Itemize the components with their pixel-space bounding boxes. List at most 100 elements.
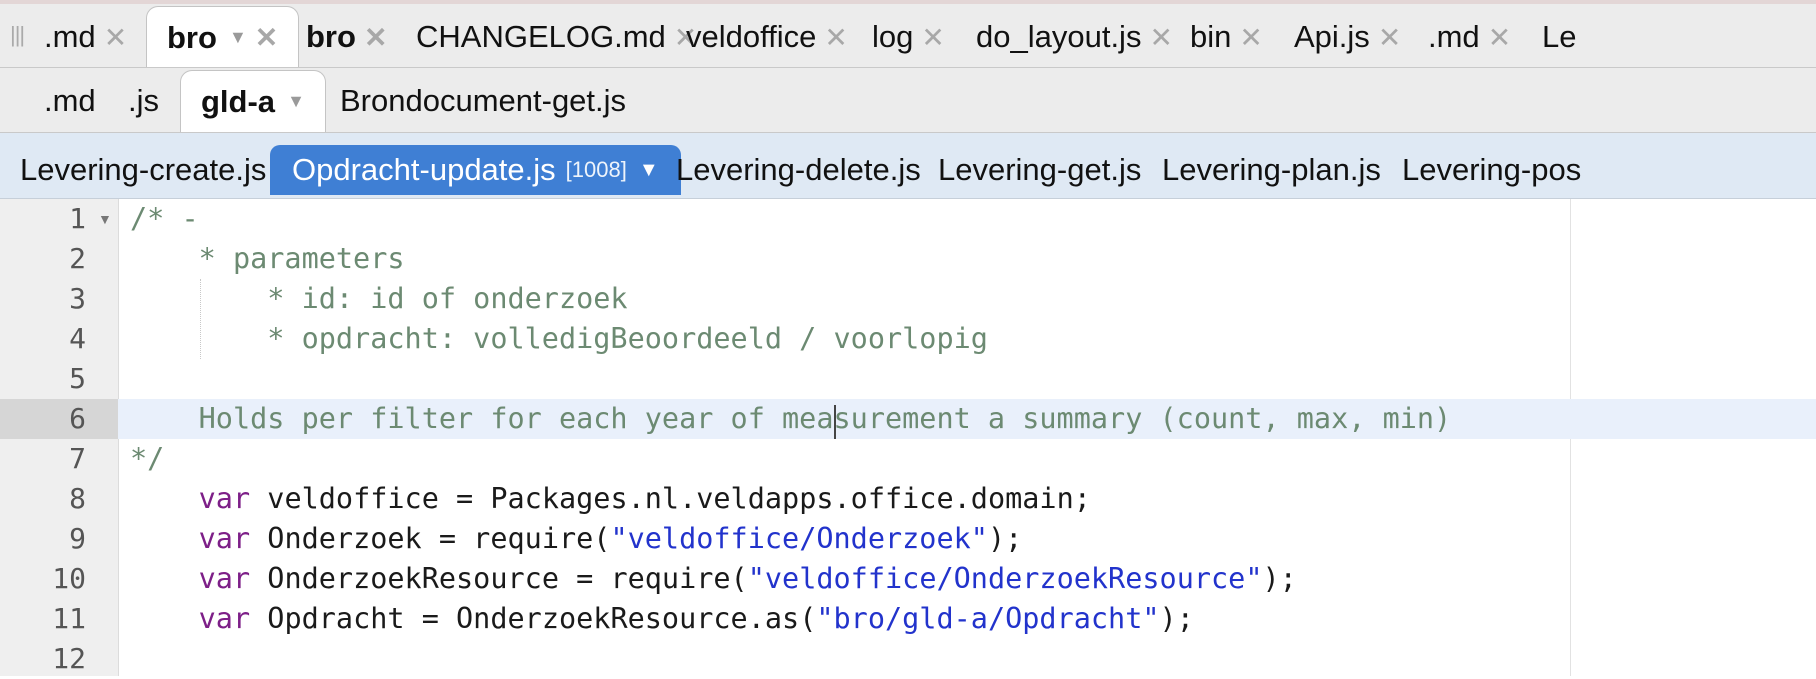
tab-label: log (872, 19, 914, 54)
code-line[interactable]: 1 ▼ /* - (0, 199, 1816, 239)
code-line[interactable]: 8 var veldoffice = Packages.nl.veldapps.… (0, 479, 1816, 519)
keyword: var (198, 522, 251, 555)
tab-label: Le (1542, 19, 1577, 54)
code-segment: veldoffice = Packages.nl.veldapps.office… (250, 482, 1091, 515)
line-number: 2 (69, 242, 86, 275)
drag-handle-icon[interactable]: ||| (10, 22, 25, 48)
tab-label: bro (306, 19, 356, 54)
keyword: var (198, 602, 251, 635)
tab-bro-2[interactable]: bro ✕ (306, 6, 387, 67)
close-icon[interactable]: ✕ (1488, 21, 1511, 54)
string-literal: "bro/gld-a/Opdracht" (816, 602, 1160, 635)
tab-js[interactable]: .js (128, 70, 159, 132)
code-line[interactable]: 10 var OnderzoekResource = require("veld… (0, 559, 1816, 599)
keyword: var (198, 482, 251, 515)
tab-label: .md (44, 83, 96, 118)
code-segment: Opdracht = OnderzoekResource.as( (250, 602, 817, 635)
tab-levering-plan[interactable]: Levering-plan.js (1162, 145, 1381, 195)
close-icon[interactable]: ✕ (364, 21, 387, 54)
code-editor[interactable]: 1 ▼ /* - 2 * parameters 3 * id: id of on… (0, 199, 1816, 676)
code-line[interactable]: 2 * parameters (0, 239, 1816, 279)
tab-gld-a-active[interactable]: gld-a ▼ (180, 70, 326, 132)
tab-veldoffice[interactable]: veldoffice ✕ (686, 6, 848, 67)
tab-do-layout[interactable]: do_layout.js ✕ (976, 6, 1173, 67)
tab-label: Opdracht-update.js (292, 152, 556, 187)
close-icon[interactable]: ✕ (1239, 21, 1262, 54)
code-text: * opdracht: volledigBeoordeeld / voorlop… (130, 322, 988, 355)
code-line[interactable]: 5 (0, 359, 1816, 399)
close-icon[interactable]: ✕ (1378, 21, 1401, 54)
tab-bar-secondary: .md .js gld-a ▼ Brondocument-get.js (0, 68, 1816, 133)
tab-md[interactable]: .md (44, 70, 96, 132)
chevron-down-icon[interactable]: ▼ (639, 159, 659, 182)
tab-label: Levering-plan.js (1162, 152, 1381, 187)
tab-label: do_layout.js (976, 19, 1142, 54)
tab-count-badge: [1008] (565, 157, 627, 182)
tab-label: bro (167, 19, 217, 55)
close-icon[interactable]: ✕ (824, 21, 847, 54)
code-text: Holds per filter for each year of measur… (130, 402, 1452, 435)
keyword: var (198, 562, 251, 595)
tab-log[interactable]: log ✕ (872, 6, 945, 67)
code-line-current[interactable]: 6 Holds per filter for each year of meas… (0, 399, 1816, 439)
string-literal: "veldoffice/Onderzoek" (610, 522, 988, 555)
close-icon[interactable]: ✕ (104, 21, 127, 54)
tab-levering-pos-truncated[interactable]: Levering-pos (1402, 145, 1581, 195)
line-number: 7 (69, 442, 86, 475)
tab-levering-create[interactable]: Levering-create.js (20, 145, 266, 195)
tab-label: gld-a (201, 83, 276, 119)
tab-bin[interactable]: bin ✕ (1190, 6, 1263, 67)
code-line[interactable]: 12 (0, 639, 1816, 679)
line-number: 3 (69, 282, 86, 315)
string-literal: "veldoffice/OnderzoekResource" (747, 562, 1263, 595)
chevron-down-icon[interactable]: ▼ (287, 91, 305, 112)
tab-label: .md (1428, 19, 1480, 54)
tab-label: Levering-create.js (20, 152, 267, 187)
fold-arrow-icon[interactable]: ▼ (98, 199, 112, 239)
code-text: var veldoffice = Packages.nl.veldapps.of… (130, 479, 1091, 519)
code-segment: OnderzoekResource = require( (250, 562, 748, 595)
code-line[interactable]: 4 * opdracht: volledigBeoordeeld / voorl… (0, 319, 1816, 359)
indent-guide (200, 279, 201, 359)
line-number: 4 (69, 322, 86, 355)
code-segment: ); (1262, 562, 1297, 595)
tab-brondocument-get[interactable]: Brondocument-get.js (340, 70, 626, 132)
code-line[interactable]: 7 */ (0, 439, 1816, 479)
tab-label: .js (128, 83, 159, 118)
tab-le-truncated[interactable]: Le (1542, 6, 1577, 67)
tab-label: Levering-get.js (938, 152, 1142, 187)
code-line[interactable]: 9 var Onderzoek = require("veldoffice/On… (0, 519, 1816, 559)
tab-label: bin (1190, 19, 1232, 54)
tab-label: Brondocument-get.js (340, 83, 627, 118)
code-text: var Opdracht = OnderzoekResource.as("bro… (130, 599, 1194, 639)
code-segment: Onderzoek = require( (250, 522, 611, 555)
code-segment: ); (987, 522, 1023, 555)
code-text: */ (130, 442, 165, 475)
code-text: var OnderzoekResource = require("veldoff… (130, 559, 1297, 599)
code-line[interactable]: 11 var Opdracht = OnderzoekResource.as("… (0, 599, 1816, 639)
tab-bro-active[interactable]: bro ▼ ✕ (146, 6, 300, 67)
code-segment: ); (1159, 602, 1194, 635)
tab-opdracht-update-active[interactable]: Opdracht-update.js [1008] ▼ (270, 145, 681, 195)
line-number: 9 (69, 522, 86, 555)
code-text: * parameters (130, 242, 405, 275)
close-icon[interactable]: ✕ (921, 21, 944, 54)
tab-md-1[interactable]: .md ✕ (44, 6, 127, 67)
tab-levering-delete[interactable]: Levering-delete.js (676, 145, 921, 195)
tab-label: CHANGELOG.md (416, 19, 666, 54)
tab-levering-get[interactable]: Levering-get.js (938, 145, 1141, 195)
tab-changelog[interactable]: CHANGELOG.md ✕ (416, 6, 697, 67)
close-icon[interactable]: ✕ (255, 21, 278, 54)
text-caret (834, 405, 836, 439)
chevron-down-icon[interactable]: ▼ (229, 27, 247, 48)
tab-label: veldoffice (686, 19, 817, 54)
code-line[interactable]: 3 * id: id of onderzoek (0, 279, 1816, 319)
close-icon[interactable]: ✕ (1149, 21, 1172, 54)
code-text: var Onderzoek = require("veldoffice/Onde… (130, 519, 1023, 559)
line-number: 6 (0, 399, 118, 439)
tab-api[interactable]: Api.js ✕ (1294, 6, 1401, 67)
tab-bar-files: Levering-create.js Opdracht-update.js [1… (0, 133, 1816, 199)
line-number: 10 (52, 562, 86, 595)
tab-md-2[interactable]: .md ✕ (1428, 6, 1511, 67)
code-text: /* - (130, 202, 199, 235)
